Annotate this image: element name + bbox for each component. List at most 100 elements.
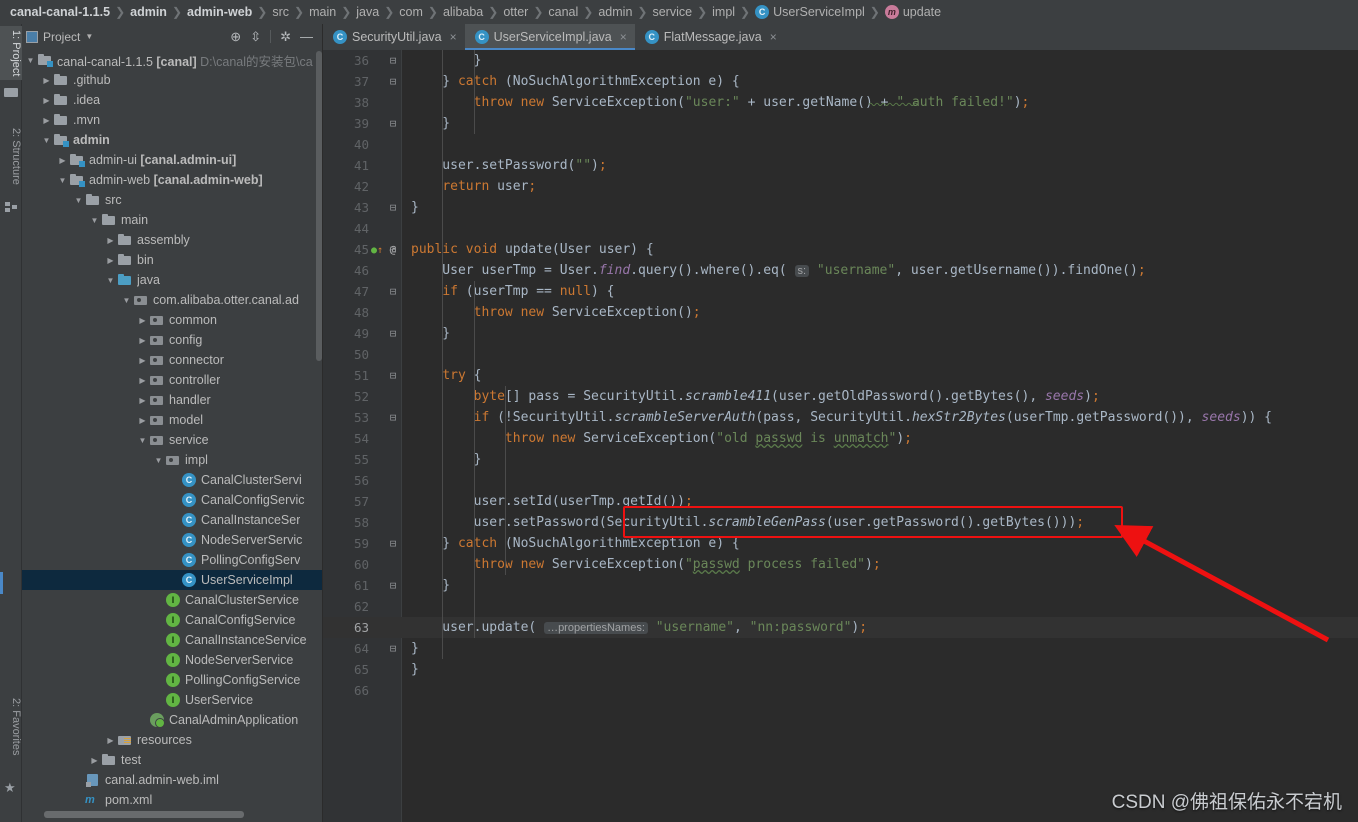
tree-node[interactable]: C CanalInstanceSer <box>22 510 323 530</box>
tree-node[interactable]: I CanalInstanceService <box>22 630 323 650</box>
tree-node[interactable]: I NodeServerService <box>22 650 323 670</box>
breadcrumb-item[interactable]: otter <box>503 5 528 19</box>
tree-node[interactable]: ▶ controller <box>22 370 323 390</box>
tree-node[interactable]: ▼ service <box>22 430 323 450</box>
tree-node[interactable]: ▼ java <box>22 270 323 290</box>
close-icon[interactable]: × <box>770 30 777 44</box>
tree-node[interactable]: C CanalClusterServi <box>22 470 323 490</box>
tree-node[interactable]: ▶ bin <box>22 250 323 270</box>
tree-node[interactable]: I CanalClusterService <box>22 590 323 610</box>
editor-tab[interactable]: C FlatMessage.java × <box>635 24 785 50</box>
breadcrumb-item[interactable]: java <box>356 5 379 19</box>
hide-icon[interactable]: — <box>300 30 313 43</box>
chevron-down-icon[interactable]: ▼ <box>88 216 101 225</box>
breadcrumb-item[interactable]: m update <box>884 5 941 19</box>
fold-toggle-icon[interactable]: ⊟ <box>387 533 399 554</box>
breadcrumb-item[interactable]: admin <box>598 5 632 19</box>
chevron-down-icon[interactable]: ▼ <box>24 56 37 65</box>
fold-toggle-icon[interactable]: ⊟ <box>387 575 399 596</box>
chevron-down-icon[interactable]: ▼ <box>40 136 53 145</box>
tree-node[interactable]: I UserService <box>22 690 323 710</box>
chevron-right-icon[interactable]: ▶ <box>136 376 149 385</box>
collapse-all-icon[interactable]: ⇳ <box>250 30 261 43</box>
tree-node[interactable]: ▶ assembly <box>22 230 323 250</box>
tree-node[interactable]: ▶ .mvn <box>22 110 323 130</box>
chevron-right-icon[interactable]: ▶ <box>40 76 53 85</box>
tree-node[interactable]: ▶ resources <box>22 730 323 750</box>
chevron-down-icon[interactable]: ▼ <box>120 296 133 305</box>
chevron-right-icon[interactable]: ▶ <box>104 256 117 265</box>
tree-node[interactable]: ▶ admin-ui [canal.admin-ui] <box>22 150 323 170</box>
chevron-down-icon[interactable]: ▼ <box>136 436 149 445</box>
tree-node[interactable]: CanalAdminApplication <box>22 710 323 730</box>
editor-tab[interactable]: C SecurityUtil.java × <box>323 24 465 50</box>
chevron-down-icon[interactable]: ▼ <box>72 196 85 205</box>
fold-toggle-icon[interactable]: ⊟ <box>387 365 399 386</box>
sidebar-item-project[interactable]: 1: Project <box>0 26 22 81</box>
breadcrumb-item[interactable]: C UserServiceImpl <box>755 5 865 19</box>
tree-node[interactable]: ▶ .github <box>22 70 323 90</box>
fold-toggle-icon[interactable]: ⊟ <box>387 638 399 659</box>
tree-node[interactable]: ▼ com.alibaba.otter.canal.ad <box>22 290 323 310</box>
chevron-right-icon[interactable]: ▶ <box>40 96 53 105</box>
tree-node[interactable]: C NodeServerServic <box>22 530 323 550</box>
tree-node[interactable]: ▼ canal-canal-1.1.5 [canal] D:\canal的安装包\… <box>22 50 323 70</box>
tree-node[interactable]: ▶ handler <box>22 390 323 410</box>
chevron-down-icon[interactable]: ▼ <box>85 32 93 41</box>
breadcrumb-item[interactable]: com <box>399 5 423 19</box>
gear-icon[interactable]: ✲ <box>280 30 291 43</box>
tree-horizontal-scrollbar[interactable] <box>44 811 244 818</box>
chevron-right-icon[interactable]: ▶ <box>136 396 149 405</box>
breadcrumb-item[interactable]: admin <box>130 5 167 19</box>
fold-toggle-icon[interactable]: ⊟ <box>387 50 399 71</box>
fold-toggle-icon[interactable]: ⊟ <box>387 113 399 134</box>
breadcrumb-item[interactable]: admin-web <box>187 5 252 19</box>
chevron-right-icon[interactable]: ▶ <box>136 316 149 325</box>
tree-node[interactable]: I CanalConfigService <box>22 610 323 630</box>
tree-node[interactable]: ▶ connector <box>22 350 323 370</box>
tree-node[interactable]: ▼ main <box>22 210 323 230</box>
tree-node[interactable]: ▶ .idea <box>22 90 323 110</box>
chevron-down-icon[interactable]: ▼ <box>152 456 165 465</box>
breadcrumb-item[interactable]: canal <box>548 5 578 19</box>
fold-toggle-icon[interactable]: ⊟ <box>387 71 399 92</box>
fold-toggle-icon[interactable]: ⊟ <box>387 281 399 302</box>
chevron-right-icon[interactable]: ▶ <box>104 236 117 245</box>
tree-node[interactable]: I PollingConfigService <box>22 670 323 690</box>
chevron-right-icon[interactable]: ▶ <box>56 156 69 165</box>
project-tree[interactable]: ▼ canal-canal-1.1.5 [canal] D:\canal的安装包\… <box>22 49 323 822</box>
tree-node[interactable]: ▼ src <box>22 190 323 210</box>
chevron-right-icon[interactable]: ▶ <box>88 756 101 765</box>
chevron-down-icon[interactable]: ▼ <box>104 276 117 285</box>
tree-node[interactable]: m pom.xml <box>22 790 323 810</box>
tree-node[interactable]: canal.admin-web.iml <box>22 770 323 790</box>
code-editor[interactable]: 36 ⊟ } 37 ⊟ } catch (NoSuchAlgorithmExcepti… <box>323 50 1358 822</box>
tree-node[interactable]: ▼ admin <box>22 130 323 150</box>
locate-icon[interactable]: ⊕ <box>230 30 241 43</box>
chevron-right-icon[interactable]: ▶ <box>136 416 149 425</box>
chevron-right-icon[interactable]: ▶ <box>136 356 149 365</box>
tree-node[interactable]: C PollingConfigServ <box>22 550 323 570</box>
tree-node[interactable]: ▼ admin-web [canal.admin-web] <box>22 170 323 190</box>
tree-node[interactable]: ▶ config <box>22 330 323 350</box>
breadcrumb-item[interactable]: alibaba <box>443 5 483 19</box>
editor-tab[interactable]: C UserServiceImpl.java × <box>464 24 635 50</box>
close-icon[interactable]: × <box>620 30 627 44</box>
breadcrumb-item[interactable]: main <box>309 5 336 19</box>
tree-node[interactable]: C CanalConfigServic <box>22 490 323 510</box>
sidebar-item-structure[interactable]: 2: Structure <box>0 124 22 189</box>
tree-node[interactable]: ▶ model <box>22 410 323 430</box>
tree-node[interactable]: ▶ common <box>22 310 323 330</box>
fold-toggle-icon[interactable]: ⊟ <box>387 323 399 344</box>
tree-node[interactable]: ▶ test <box>22 750 323 770</box>
tree-node[interactable]: C UserServiceImpl <box>22 570 323 590</box>
chevron-right-icon[interactable]: ▶ <box>104 736 117 745</box>
fold-toggle-icon[interactable]: ⊟ <box>387 197 399 218</box>
fold-toggle-icon[interactable]: ⊟ <box>387 239 399 260</box>
chevron-right-icon[interactable]: ▶ <box>40 116 53 125</box>
tree-node[interactable]: ▼ impl <box>22 450 323 470</box>
close-icon[interactable]: × <box>450 30 457 44</box>
breadcrumb-item[interactable]: service <box>652 5 692 19</box>
breadcrumb-item[interactable]: canal-canal-1.1.5 <box>10 5 110 19</box>
breadcrumb-item[interactable]: impl <box>712 5 735 19</box>
